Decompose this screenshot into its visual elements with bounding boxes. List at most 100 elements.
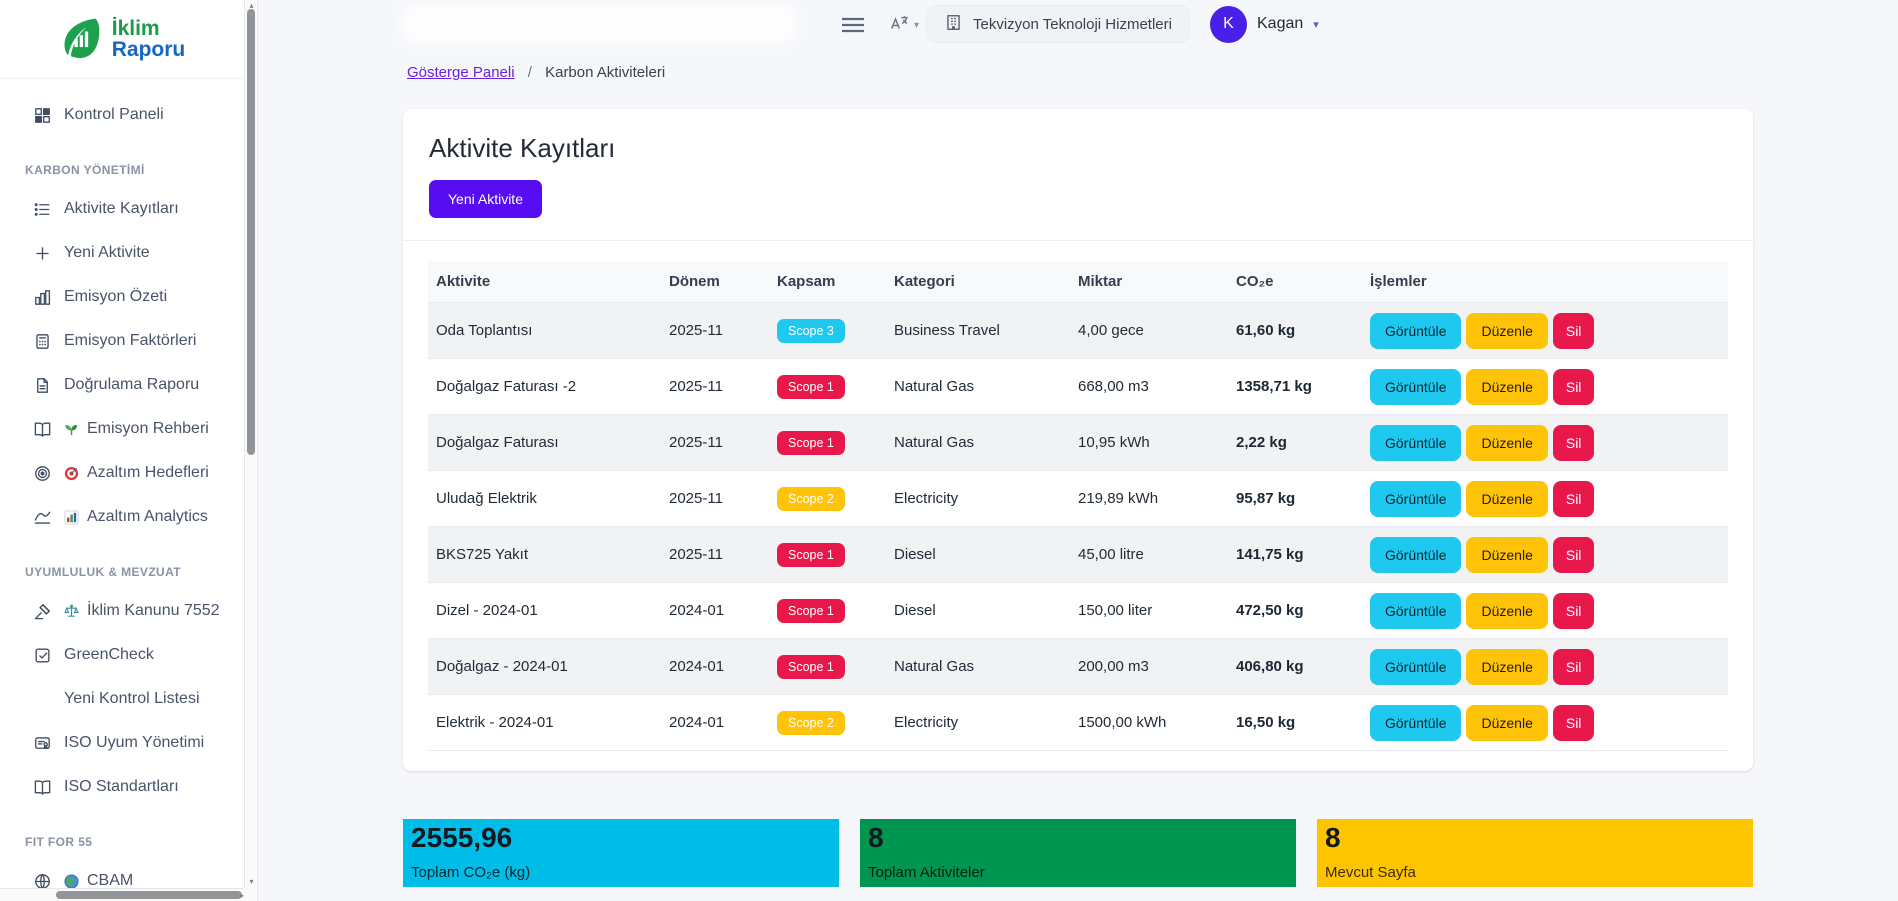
- sidebar-item-label: Kontrol Paneli: [64, 106, 164, 124]
- cell-kategori: Natural Gas: [886, 359, 1070, 415]
- certificate-icon: [33, 734, 52, 753]
- cell-donem: 2025-11: [661, 415, 769, 471]
- bar-chart-icon: [33, 288, 52, 307]
- document-icon: [33, 376, 52, 395]
- edit-button[interactable]: Düzenle: [1466, 313, 1547, 349]
- company-name: Tekvizyon Teknoloji Hizmetleri: [973, 16, 1172, 33]
- cell-miktar: 10,95 kWh: [1070, 415, 1228, 471]
- sidebar-item-label: Yeni Aktivite: [64, 244, 150, 262]
- sidebar-item-azalt-m-hedefleri[interactable]: Azaltım Hedefleri: [0, 451, 244, 495]
- view-button[interactable]: Görüntüle: [1370, 593, 1461, 629]
- delete-button[interactable]: Sil: [1553, 313, 1595, 349]
- edit-button[interactable]: Düzenle: [1466, 425, 1547, 461]
- sidebar-horizontal-scrollbar[interactable]: ▸: [0, 888, 245, 901]
- delete-button[interactable]: Sil: [1553, 481, 1595, 517]
- vertical-scrollbar-thumb[interactable]: [247, 9, 255, 455]
- emoji-icon: [64, 874, 79, 889]
- sidebar-item-yeni-aktivite[interactable]: Yeni Aktivite: [0, 231, 244, 275]
- edit-button[interactable]: Düzenle: [1466, 537, 1547, 573]
- cell-kategori: Diesel: [886, 527, 1070, 583]
- sidebar-item-iso-standartlar[interactable]: ISO Standartları: [0, 765, 244, 809]
- view-button[interactable]: Görüntüle: [1370, 369, 1461, 405]
- edit-button[interactable]: Düzenle: [1466, 369, 1547, 405]
- table-header-row: AktiviteDönemKapsamKategoriMiktarCO₂eİşl…: [428, 261, 1728, 303]
- emoji-icon: [64, 510, 79, 525]
- language-selector[interactable]: ▾: [882, 12, 925, 39]
- view-button[interactable]: Görüntüle: [1370, 537, 1461, 573]
- cell-kategori: Electricity: [886, 695, 1070, 751]
- delete-button[interactable]: Sil: [1553, 705, 1595, 741]
- user-menu[interactable]: K Kagan ▾: [1210, 5, 1319, 43]
- table-row: Doğalgaz - 2024-012024-01Scope 1Natural …: [428, 639, 1728, 695]
- cell-kapsam: Scope 1: [769, 359, 886, 415]
- sidebar-vertical-scrollbar[interactable]: ▴ ▾: [244, 0, 257, 888]
- cell-miktar: 219,89 kWh: [1070, 471, 1228, 527]
- stat-label: Toplam Aktiviteler: [868, 864, 1288, 881]
- breadcrumb-link-dashboard[interactable]: Gösterge Paneli: [407, 64, 515, 81]
- cell-kategori: Natural Gas: [886, 639, 1070, 695]
- sidebar-item-iso-uyum-y-netimi[interactable]: ISO Uyum Yönetimi: [0, 721, 244, 765]
- table-row: Elektrik - 2024-012024-01Scope 2Electric…: [428, 695, 1728, 751]
- checkbox-icon: [33, 646, 52, 665]
- cell-co2e: 1358,71 kg: [1228, 359, 1362, 415]
- edit-button[interactable]: Düzenle: [1466, 649, 1547, 685]
- view-button[interactable]: Görüntüle: [1370, 481, 1461, 517]
- horizontal-scrollbar-thumb[interactable]: [56, 891, 242, 899]
- page-title: Aktivite Kayıtları: [429, 133, 1727, 164]
- sidebar-item-aktivite-kay-tlar[interactable]: Aktivite Kayıtları: [0, 187, 244, 231]
- cell-miktar: 668,00 m3: [1070, 359, 1228, 415]
- sidebar-item-label: İklim Kanunu 7552: [87, 602, 220, 620]
- sidebar-item-azalt-m-analytics[interactable]: Azaltım Analytics: [0, 495, 244, 539]
- main-area: ▾ Tekvizyon Teknoloji Hizmetleri K Kagan…: [258, 0, 1898, 901]
- chevron-down-icon: ▾: [914, 20, 919, 31]
- sidebar-item-label: Emisyon Faktörleri: [64, 332, 196, 350]
- row-actions: GörüntüleDüzenleSil: [1370, 705, 1716, 741]
- sidebar-item-label: GreenCheck: [64, 646, 154, 664]
- row-actions: GörüntüleDüzenleSil: [1370, 649, 1716, 685]
- loading-skeleton: [398, 3, 798, 44]
- row-actions: GörüntüleDüzenleSil: [1370, 481, 1716, 517]
- brand-name: İklim Raporu: [112, 18, 186, 61]
- delete-button[interactable]: Sil: [1553, 425, 1595, 461]
- sidebar-item-do-rulama-raporu[interactable]: Doğrulama Raporu: [0, 363, 244, 407]
- sidebar-item-label: ISO Uyum Yönetimi: [64, 734, 204, 752]
- view-button[interactable]: Görüntüle: [1370, 313, 1461, 349]
- sidebar-item-emisyon-rehberi[interactable]: Emisyon Rehberi: [0, 407, 244, 451]
- column-header-d-nem: Dönem: [661, 261, 769, 303]
- edit-button[interactable]: Düzenle: [1466, 481, 1547, 517]
- sidebar-item-yeni-kontrol-listesi[interactable]: Yeni Kontrol Listesi: [0, 677, 244, 721]
- cell-co2e: 95,87 kg: [1228, 471, 1362, 527]
- cell-kapsam: Scope 2: [769, 695, 886, 751]
- view-button[interactable]: Görüntüle: [1370, 705, 1461, 741]
- view-button[interactable]: Görüntüle: [1370, 649, 1461, 685]
- edit-button[interactable]: Düzenle: [1466, 705, 1547, 741]
- cell-aktivite: Doğalgaz Faturası: [428, 415, 661, 471]
- new-activity-button[interactable]: Yeni Aktivite: [429, 180, 542, 218]
- scroll-down-arrow-icon[interactable]: ▾: [245, 877, 258, 887]
- sidebar-item-i-klim-kanunu-7552[interactable]: İklim Kanunu 7552: [0, 589, 244, 633]
- view-button[interactable]: Görüntüle: [1370, 425, 1461, 461]
- sidebar-item-greencheck[interactable]: GreenCheck: [0, 633, 244, 677]
- activities-table: AktiviteDönemKapsamKategoriMiktarCO₂eİşl…: [428, 261, 1728, 751]
- cell-donem: 2025-11: [661, 303, 769, 359]
- cell-kapsam: Scope 1: [769, 527, 886, 583]
- cell-kategori: Business Travel: [886, 303, 1070, 359]
- row-actions: GörüntüleDüzenleSil: [1370, 313, 1716, 349]
- brand-logo[interactable]: İklim Raporu: [0, 0, 244, 79]
- card-body: AktiviteDönemKapsamKategoriMiktarCO₂eİşl…: [403, 241, 1753, 771]
- company-selector-button[interactable]: Tekvizyon Teknoloji Hizmetleri: [926, 5, 1190, 43]
- sidebar-item-emisyon-fakt-rleri[interactable]: Emisyon Faktörleri: [0, 319, 244, 363]
- list-icon: [33, 200, 52, 219]
- sidebar-item-emisyon-zeti[interactable]: Emisyon Özeti: [0, 275, 244, 319]
- stat-card-toplam-aktiviteler: 8Toplam Aktiviteler: [860, 819, 1296, 887]
- column-header-aktivite: Aktivite: [428, 261, 661, 303]
- delete-button[interactable]: Sil: [1553, 369, 1595, 405]
- delete-button[interactable]: Sil: [1553, 649, 1595, 685]
- cell-co2e: 61,60 kg: [1228, 303, 1362, 359]
- delete-button[interactable]: Sil: [1553, 537, 1595, 573]
- edit-button[interactable]: Düzenle: [1466, 593, 1547, 629]
- sidebar-item-kontrol-paneli[interactable]: Kontrol Paneli: [0, 93, 244, 137]
- delete-button[interactable]: Sil: [1553, 593, 1595, 629]
- cell-miktar: 200,00 m3: [1070, 639, 1228, 695]
- menu-toggle-button[interactable]: [838, 11, 868, 42]
